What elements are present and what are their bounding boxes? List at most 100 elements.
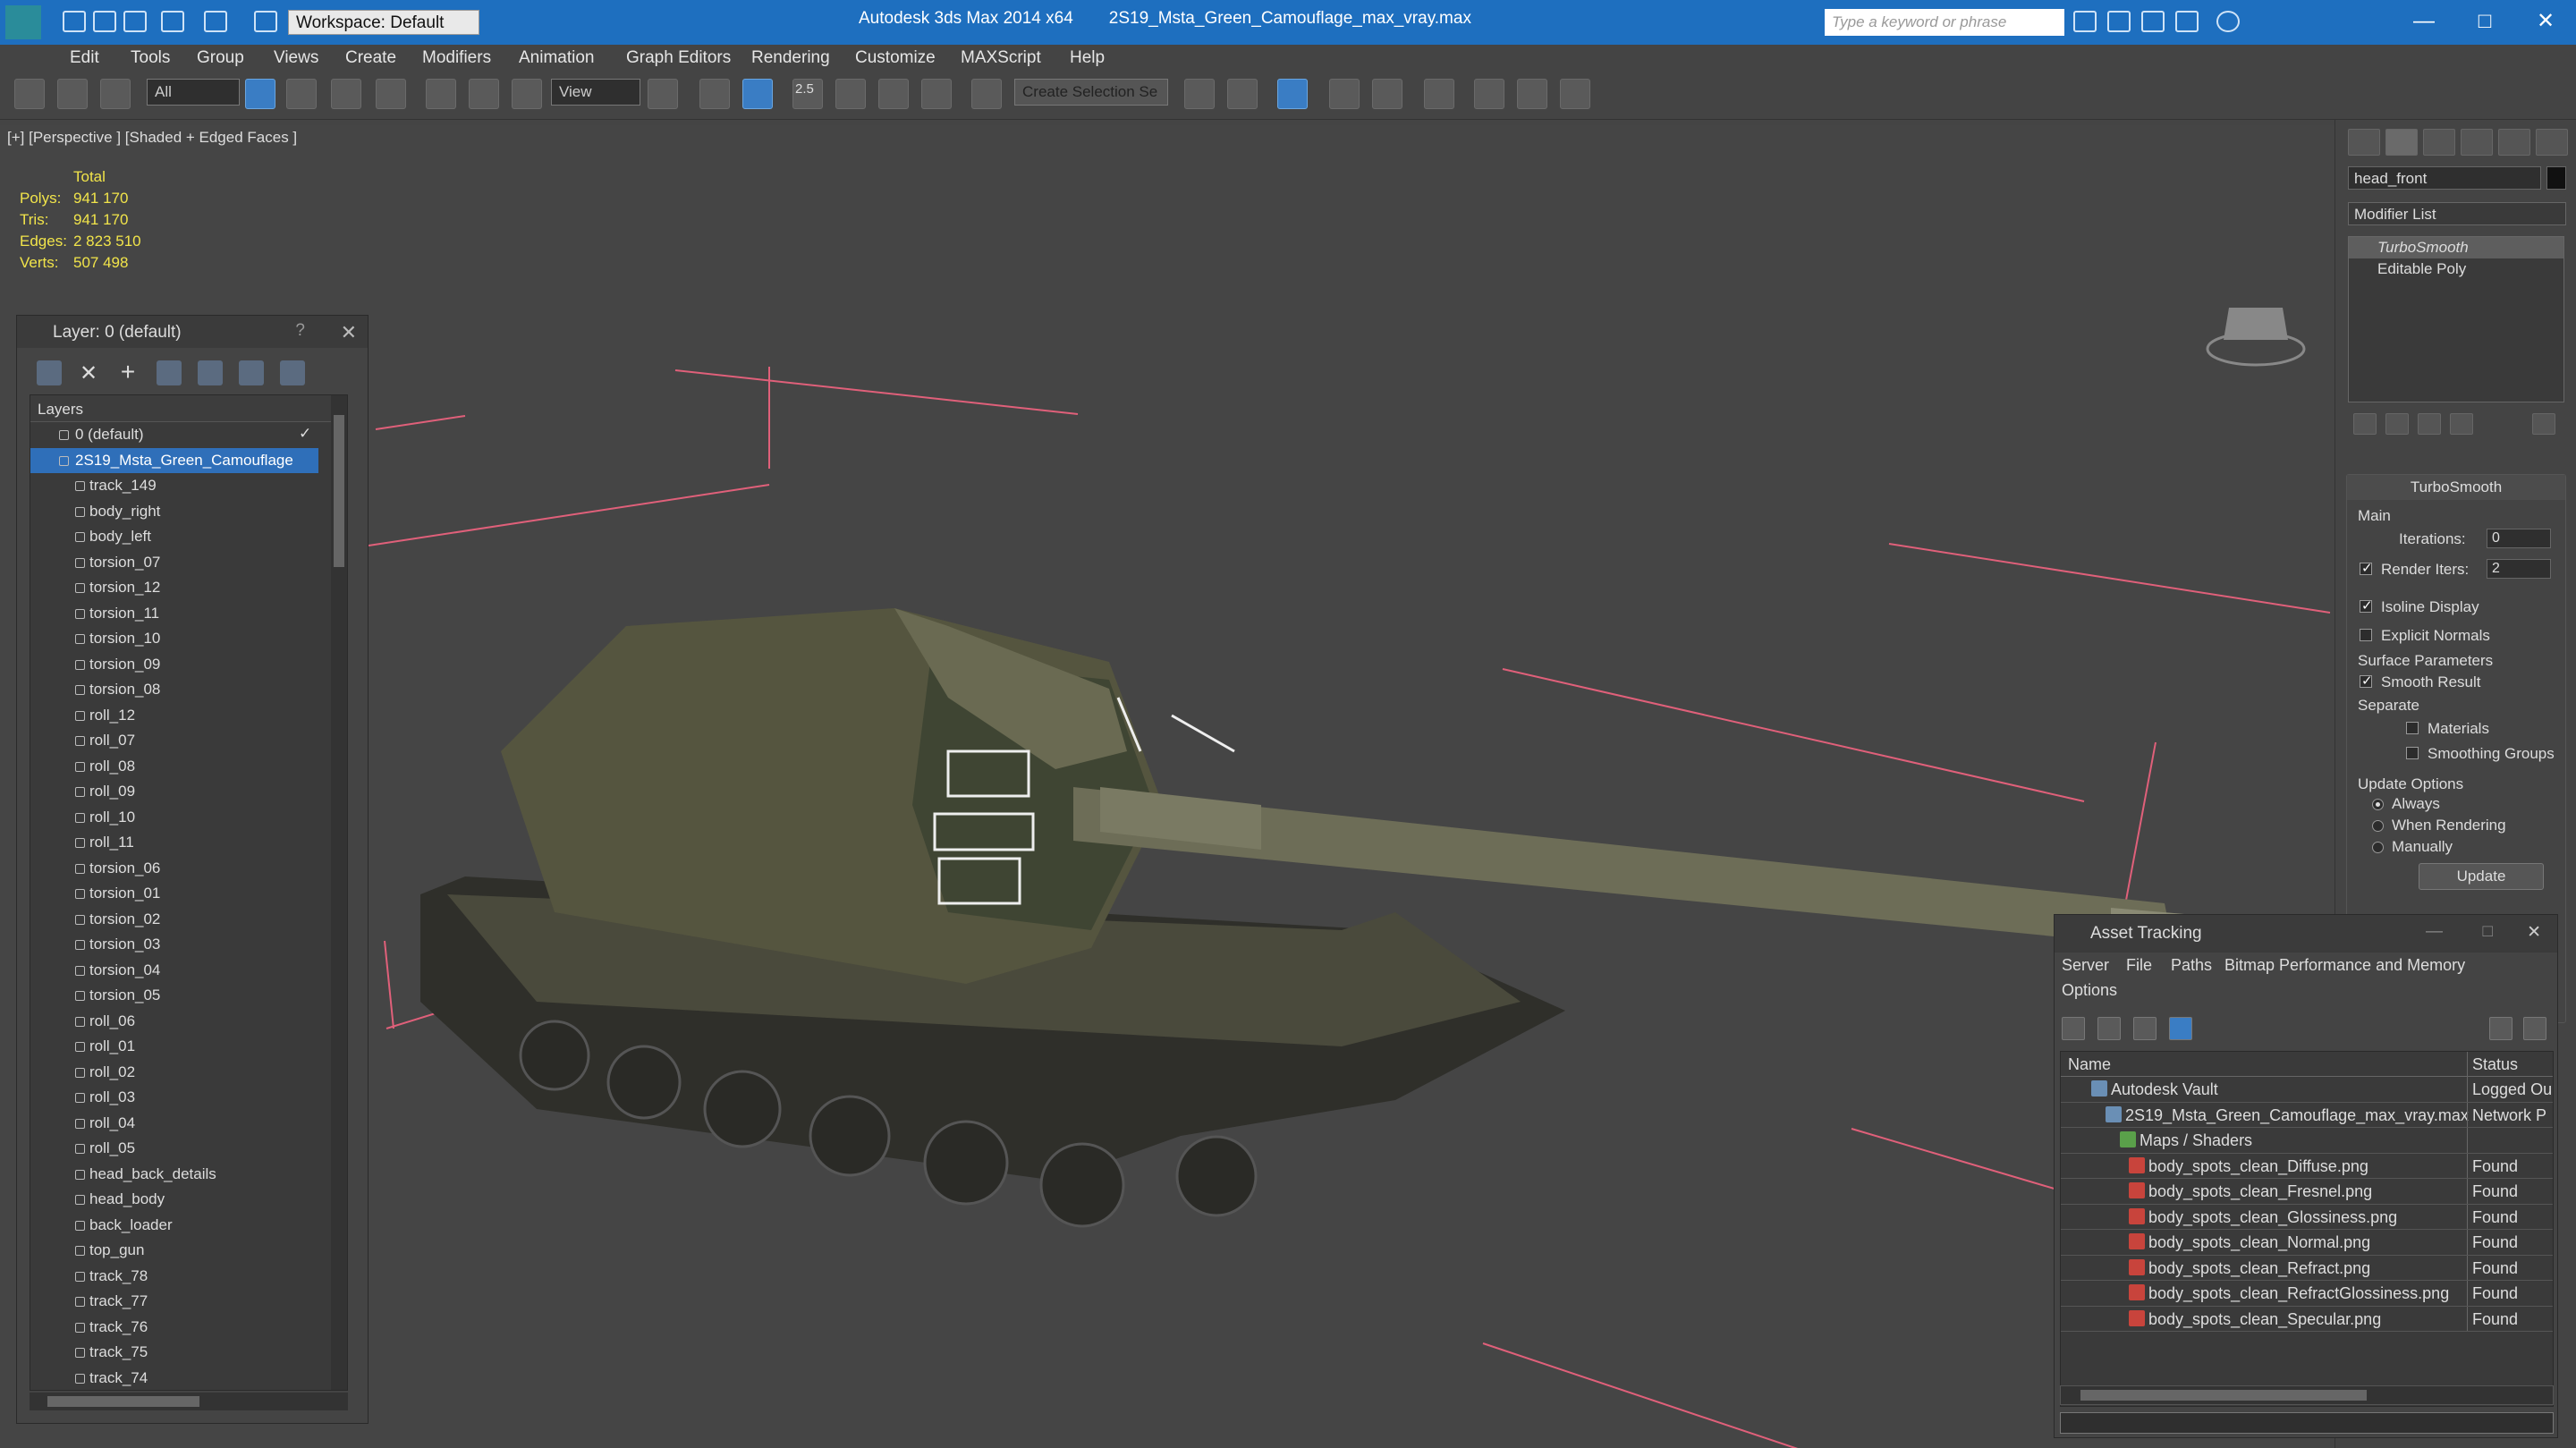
render-iters-spinner[interactable]: 2 bbox=[2487, 559, 2551, 579]
freeze-all-layers-icon[interactable] bbox=[280, 360, 305, 385]
communication-icon[interactable] bbox=[2141, 11, 2165, 32]
asset-menu-bitmap[interactable]: Bitmap Performance and Memory bbox=[2224, 956, 2465, 975]
layer-item[interactable]: torsion_09 bbox=[30, 652, 347, 678]
refresh-icon[interactable] bbox=[2062, 1017, 2085, 1040]
layers-column-header[interactable]: Layers bbox=[30, 395, 347, 422]
percent-snap-icon[interactable] bbox=[878, 79, 909, 109]
layer-item[interactable]: torsion_08 bbox=[30, 677, 347, 703]
hide-all-layers-icon[interactable] bbox=[239, 360, 264, 385]
curve-editor-icon[interactable] bbox=[1372, 79, 1402, 109]
minimize-button[interactable]: — bbox=[2406, 5, 2442, 38]
create-tab-icon[interactable] bbox=[2348, 129, 2380, 156]
delete-layer-icon[interactable]: ✕ bbox=[76, 360, 101, 385]
asset-menu-options[interactable]: Options bbox=[2062, 981, 2117, 1000]
always-radio[interactable] bbox=[2372, 799, 2384, 810]
new-file-icon[interactable] bbox=[63, 11, 86, 32]
asset-row[interactable]: body_spots_clean_Refract.png Found bbox=[2061, 1255, 2553, 1281]
maximize-button[interactable]: □ bbox=[2467, 5, 2503, 38]
configure-modifier-sets-icon[interactable] bbox=[2532, 413, 2555, 435]
layer-item[interactable]: head_body bbox=[30, 1187, 347, 1213]
menu-animation[interactable]: Animation bbox=[519, 48, 595, 68]
rendered-frame-icon[interactable] bbox=[1560, 79, 1590, 109]
asset-close-icon[interactable]: ✕ bbox=[2527, 922, 2541, 943]
col-name-header[interactable]: Name bbox=[2068, 1055, 2111, 1074]
layer-item[interactable]: torsion_01 bbox=[30, 881, 347, 907]
smooth-result-checkbox[interactable] bbox=[2360, 673, 2373, 689]
mirror-icon[interactable] bbox=[1184, 79, 1215, 109]
help-icon[interactable] bbox=[2216, 11, 2240, 32]
layer-item[interactable]: track_77 bbox=[30, 1289, 347, 1315]
layer-item[interactable]: track_76 bbox=[30, 1315, 347, 1341]
unlink-icon[interactable] bbox=[57, 79, 88, 109]
smoothing-groups-checkbox[interactable] bbox=[2406, 747, 2419, 759]
create-layer-icon[interactable] bbox=[37, 360, 62, 385]
keyboard-shortcut-override-icon[interactable] bbox=[742, 79, 773, 109]
layer-item[interactable]: roll_05 bbox=[30, 1136, 347, 1162]
select-and-link-icon[interactable] bbox=[14, 79, 45, 109]
asset-minimize-icon[interactable]: — bbox=[2426, 922, 2443, 942]
app-logo-icon[interactable] bbox=[5, 5, 41, 39]
motion-tab-icon[interactable] bbox=[2461, 129, 2493, 156]
spinner-snap-icon[interactable] bbox=[921, 79, 952, 109]
layer-item[interactable]: roll_01 bbox=[30, 1034, 347, 1060]
layer-item[interactable]: torsion_11 bbox=[30, 601, 347, 627]
graphite-toggle-icon[interactable] bbox=[1329, 79, 1360, 109]
render-iters-checkbox[interactable] bbox=[2360, 560, 2373, 576]
asset-row[interactable]: Autodesk Vault Logged Ou bbox=[2061, 1077, 2553, 1103]
select-by-name-icon[interactable] bbox=[286, 79, 317, 109]
isoline-display-checkbox[interactable] bbox=[2360, 597, 2373, 614]
layer-item[interactable]: torsion_04 bbox=[30, 958, 347, 984]
snaps-toggle-icon[interactable]: 2.5 bbox=[792, 79, 823, 109]
make-unique-icon[interactable] bbox=[2418, 413, 2441, 435]
reference-coordinate-dropdown[interactable]: View bbox=[551, 79, 640, 106]
menu-create[interactable]: Create bbox=[345, 48, 396, 68]
layer-item[interactable]: body_right bbox=[30, 499, 347, 525]
scroll-thumb[interactable] bbox=[47, 1396, 199, 1407]
layer-item[interactable]: track_78 bbox=[30, 1264, 347, 1290]
asset-row[interactable]: body_spots_clean_Glossiness.png Found bbox=[2061, 1204, 2553, 1230]
schematic-view-icon[interactable] bbox=[1424, 79, 1454, 109]
redo-icon[interactable] bbox=[204, 11, 227, 32]
layer-item[interactable]: roll_09 bbox=[30, 779, 347, 805]
layer-item[interactable]: roll_04 bbox=[30, 1111, 347, 1137]
hierarchy-tab-icon[interactable] bbox=[2423, 129, 2455, 156]
display-tab-icon[interactable] bbox=[2498, 129, 2530, 156]
stack-item-turbosmooth[interactable]: TurboSmooth bbox=[2349, 237, 2563, 258]
layer-item[interactable]: roll_06 bbox=[30, 1009, 347, 1035]
update-button[interactable]: Update bbox=[2419, 863, 2544, 890]
layer-item[interactable]: roll_11 bbox=[30, 830, 347, 856]
asset-row[interactable]: body_spots_clean_RefractGlossiness.png Fo… bbox=[2061, 1281, 2553, 1307]
layer-item[interactable]: head_back_details bbox=[30, 1162, 347, 1188]
layer-horizontal-scrollbar[interactable] bbox=[30, 1393, 348, 1410]
thumbnail-view-icon[interactable] bbox=[2133, 1017, 2157, 1040]
select-manipulate-icon[interactable] bbox=[699, 79, 730, 109]
select-object-icon[interactable] bbox=[245, 79, 275, 109]
rotate-icon[interactable] bbox=[469, 79, 499, 109]
col-status-header[interactable]: Status bbox=[2472, 1055, 2553, 1074]
asset-menu-server[interactable]: Server bbox=[2062, 956, 2109, 975]
edit-named-selection-icon[interactable] bbox=[971, 79, 1002, 109]
close-button[interactable]: ✕ bbox=[2528, 5, 2563, 38]
pin-stack-icon[interactable] bbox=[2353, 413, 2377, 435]
modify-tab-icon[interactable] bbox=[2385, 129, 2418, 156]
layer-item[interactable]: 0 (default) ✓ bbox=[30, 422, 347, 448]
menu-modifiers[interactable]: Modifiers bbox=[422, 48, 491, 68]
layer-item[interactable]: roll_08 bbox=[30, 754, 347, 780]
layer-item[interactable]: roll_12 bbox=[30, 703, 347, 729]
material-editor-icon[interactable] bbox=[1474, 79, 1504, 109]
menu-views[interactable]: Views bbox=[274, 48, 318, 68]
layer-item[interactable]: back_loader bbox=[30, 1213, 347, 1239]
layer-item[interactable]: roll_10 bbox=[30, 805, 347, 831]
layer-item[interactable]: torsion_02 bbox=[30, 907, 347, 933]
menu-help[interactable]: Help bbox=[1070, 48, 1105, 68]
asset-row[interactable]: body_spots_clean_Specular.png Found bbox=[2061, 1306, 2553, 1332]
layer-item[interactable]: track_149 bbox=[30, 473, 347, 499]
menu-edit[interactable]: Edit bbox=[70, 48, 99, 68]
selection-filter-dropdown[interactable]: All bbox=[147, 79, 240, 106]
remove-modifier-icon[interactable] bbox=[2450, 413, 2473, 435]
vault-settings-icon[interactable] bbox=[2523, 1017, 2546, 1040]
scale-icon[interactable] bbox=[512, 79, 542, 109]
layer-help-button[interactable]: ? bbox=[295, 321, 305, 341]
layer-item[interactable]: torsion_03 bbox=[30, 932, 347, 958]
workspace-dropdown[interactable]: Workspace: Default bbox=[288, 10, 479, 35]
